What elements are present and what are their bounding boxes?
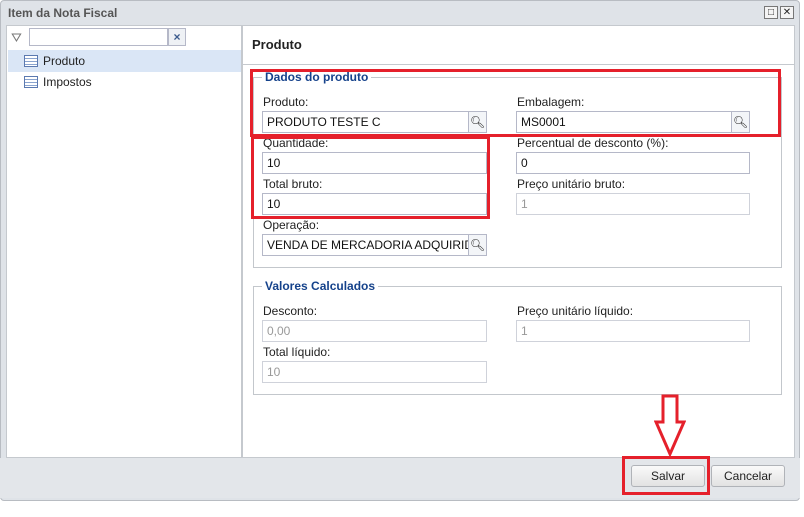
preco-bruto-input: 1 — [516, 193, 750, 215]
sidebar-item-produto[interactable]: Produto — [8, 50, 241, 72]
desconto-input: 0,00 — [262, 320, 487, 342]
clear-filter-icon[interactable]: × — [168, 28, 186, 46]
filter-input[interactable] — [29, 28, 168, 46]
maximize-icon[interactable]: □ — [764, 6, 778, 19]
sidebar-item-impostos[interactable]: Impostos — [8, 71, 241, 93]
total-liquido-label: Total líquido: — [263, 345, 331, 359]
sidebar-item-label: Impostos — [43, 75, 92, 89]
fieldset-legend: Valores Calculados — [262, 279, 379, 293]
cancel-button[interactable]: Cancelar — [711, 465, 785, 487]
annotation-box — [622, 456, 710, 495]
list-icon — [24, 76, 38, 88]
sidebar: ⛛ × Produto Impostos — [6, 25, 242, 458]
desconto-label: Desconto: — [263, 304, 318, 318]
close-icon[interactable]: ✕ — [780, 6, 794, 19]
filter-icon: ⛛ — [11, 30, 22, 45]
percentual-input[interactable]: 0 — [516, 152, 750, 174]
annotation-box — [251, 136, 490, 219]
total-liquido-input: 10 — [262, 361, 487, 383]
panel-title: Produto — [252, 37, 302, 52]
operacao-label: Operação: — [263, 218, 320, 232]
annotation-arrow-icon — [654, 394, 686, 456]
preco-liquido-label: Preço unitário líquido: — [517, 304, 634, 318]
preco-bruto-label: Preço unitário bruto: — [517, 177, 626, 191]
list-icon — [24, 55, 38, 67]
preco-liquido-input: 1 — [516, 320, 750, 342]
sidebar-item-label: Produto — [43, 54, 86, 68]
divider — [243, 64, 794, 65]
search-icon[interactable]: 🔍︎ — [469, 234, 487, 256]
operacao-input[interactable]: VENDA DE MERCADORIA ADQUIRIDA — [262, 234, 469, 256]
percentual-label: Percentual de desconto (%): — [517, 136, 669, 150]
annotation-box — [250, 69, 781, 137]
dialog-title: Item da Nota Fiscal — [8, 6, 118, 20]
